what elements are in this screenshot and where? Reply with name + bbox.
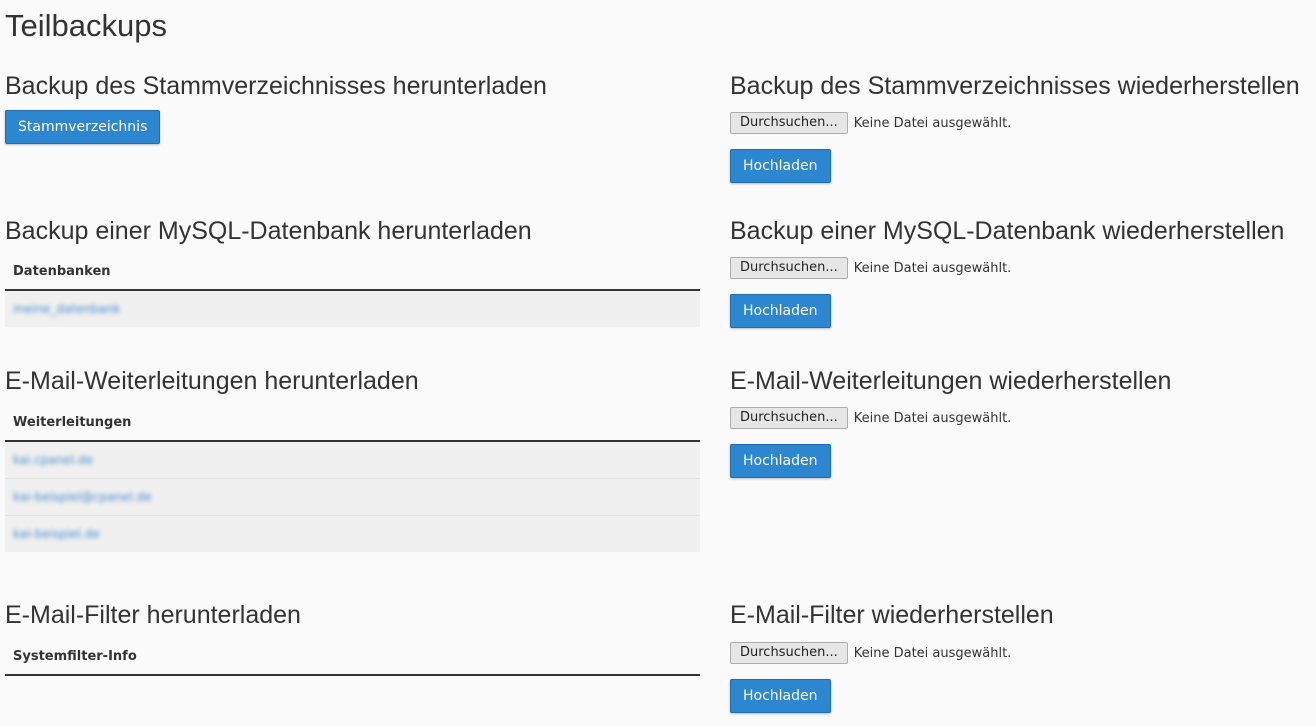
table-row: kai-beispiel.de (5, 516, 700, 552)
forwarders-file-input: Durchsuchen... Keine Datei ausgewählt. (730, 407, 1011, 429)
forwarders-table-header: Weiterleitungen (5, 406, 700, 442)
mysql-table-header: Datenbanken (5, 255, 700, 291)
file-status-text: Keine Datei ausgewählt. (853, 645, 1012, 661)
table-row: meine_datenbank (5, 291, 700, 327)
table-row: kai.cpanel.de (5, 442, 700, 479)
browse-button[interactable]: Durchsuchen... (730, 257, 848, 279)
file-status-text: Keine Datei ausgewählt. (853, 410, 1012, 426)
mysql-download-title: Backup einer MySQL-Datenbank herunterlad… (5, 217, 532, 245)
database-download-link[interactable]: meine_datenbank (13, 302, 121, 316)
browse-button[interactable]: Durchsuchen... (730, 112, 848, 134)
filters-table-header: Systemfilter-Info (5, 640, 700, 676)
filters-file-input: Durchsuchen... Keine Datei ausgewählt. (730, 642, 1011, 664)
mysql-restore-title: Backup einer MySQL-Datenbank wiederherst… (730, 217, 1285, 245)
filters-table: Systemfilter-Info (5, 640, 700, 676)
file-status-text: Keine Datei ausgewählt. (853, 115, 1012, 131)
filters-upload-button[interactable]: Hochladen (730, 679, 831, 713)
page-title: Teilbackups (5, 8, 167, 43)
forwarders-upload-button[interactable]: Hochladen (730, 444, 831, 478)
home-file-input: Durchsuchen... Keine Datei ausgewählt. (730, 112, 1011, 134)
home-restore-title: Backup des Stammverzeichnisses wiederher… (730, 72, 1300, 100)
mysql-upload-button[interactable]: Hochladen (730, 294, 831, 328)
home-download-title: Backup des Stammverzeichnisses herunterl… (5, 72, 547, 100)
forwarder-download-link[interactable]: kai-beispiel.de (13, 527, 100, 541)
forwarder-download-link[interactable]: kai.cpanel.de (13, 453, 93, 467)
browse-button[interactable]: Durchsuchen... (730, 407, 848, 429)
table-row: kai-beispiel@cpanel.de (5, 479, 700, 516)
home-upload-button[interactable]: Hochladen (730, 149, 831, 183)
file-status-text: Keine Datei ausgewählt. (853, 260, 1012, 276)
forwarder-download-link[interactable]: kai-beispiel@cpanel.de (13, 490, 152, 504)
mysql-file-input: Durchsuchen... Keine Datei ausgewählt. (730, 257, 1011, 279)
forwarders-restore-title: E-Mail-Weiterleitungen wiederherstellen (730, 367, 1172, 395)
filters-restore-title: E-Mail-Filter wiederherstellen (730, 601, 1054, 629)
home-directory-download-button[interactable]: Stammverzeichnis (5, 110, 161, 144)
forwarders-download-title: E-Mail-Weiterleitungen herunterladen (5, 367, 419, 395)
browse-button[interactable]: Durchsuchen... (730, 642, 848, 664)
forwarders-table: Weiterleitungen kai.cpanel.de kai-beispi… (5, 406, 700, 552)
filters-download-title: E-Mail-Filter herunterladen (5, 601, 301, 629)
mysql-database-table: Datenbanken meine_datenbank (5, 255, 700, 327)
